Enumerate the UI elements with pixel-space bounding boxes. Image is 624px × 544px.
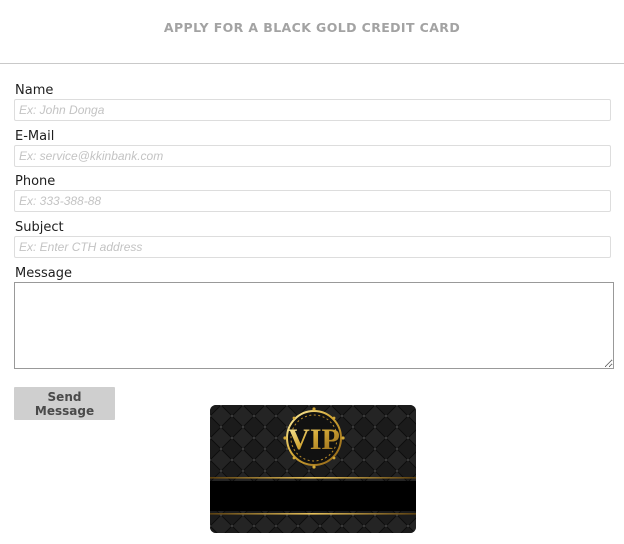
name-input[interactable]: [14, 99, 611, 121]
emblem-vip-text: VIP: [288, 423, 340, 456]
email-label: E-Mail: [15, 129, 55, 144]
page-title: APPLY FOR A BLACK GOLD CREDIT CARD: [163, 20, 461, 35]
subject-label: Subject: [15, 220, 64, 235]
page-header: APPLY FOR A BLACK GOLD CREDIT CARD: [0, 0, 624, 64]
send-message-button[interactable]: Send Message: [14, 387, 115, 420]
name-label: Name: [15, 83, 54, 98]
message-textarea[interactable]: [14, 282, 614, 369]
message-label: Message: [15, 266, 72, 281]
vip-card-image: VIP: [210, 405, 416, 533]
subject-input[interactable]: [14, 236, 611, 258]
phone-input[interactable]: [14, 190, 611, 212]
vip-card-graphic: VIP: [210, 405, 416, 533]
email-input[interactable]: [14, 145, 611, 167]
phone-label: Phone: [15, 174, 56, 189]
